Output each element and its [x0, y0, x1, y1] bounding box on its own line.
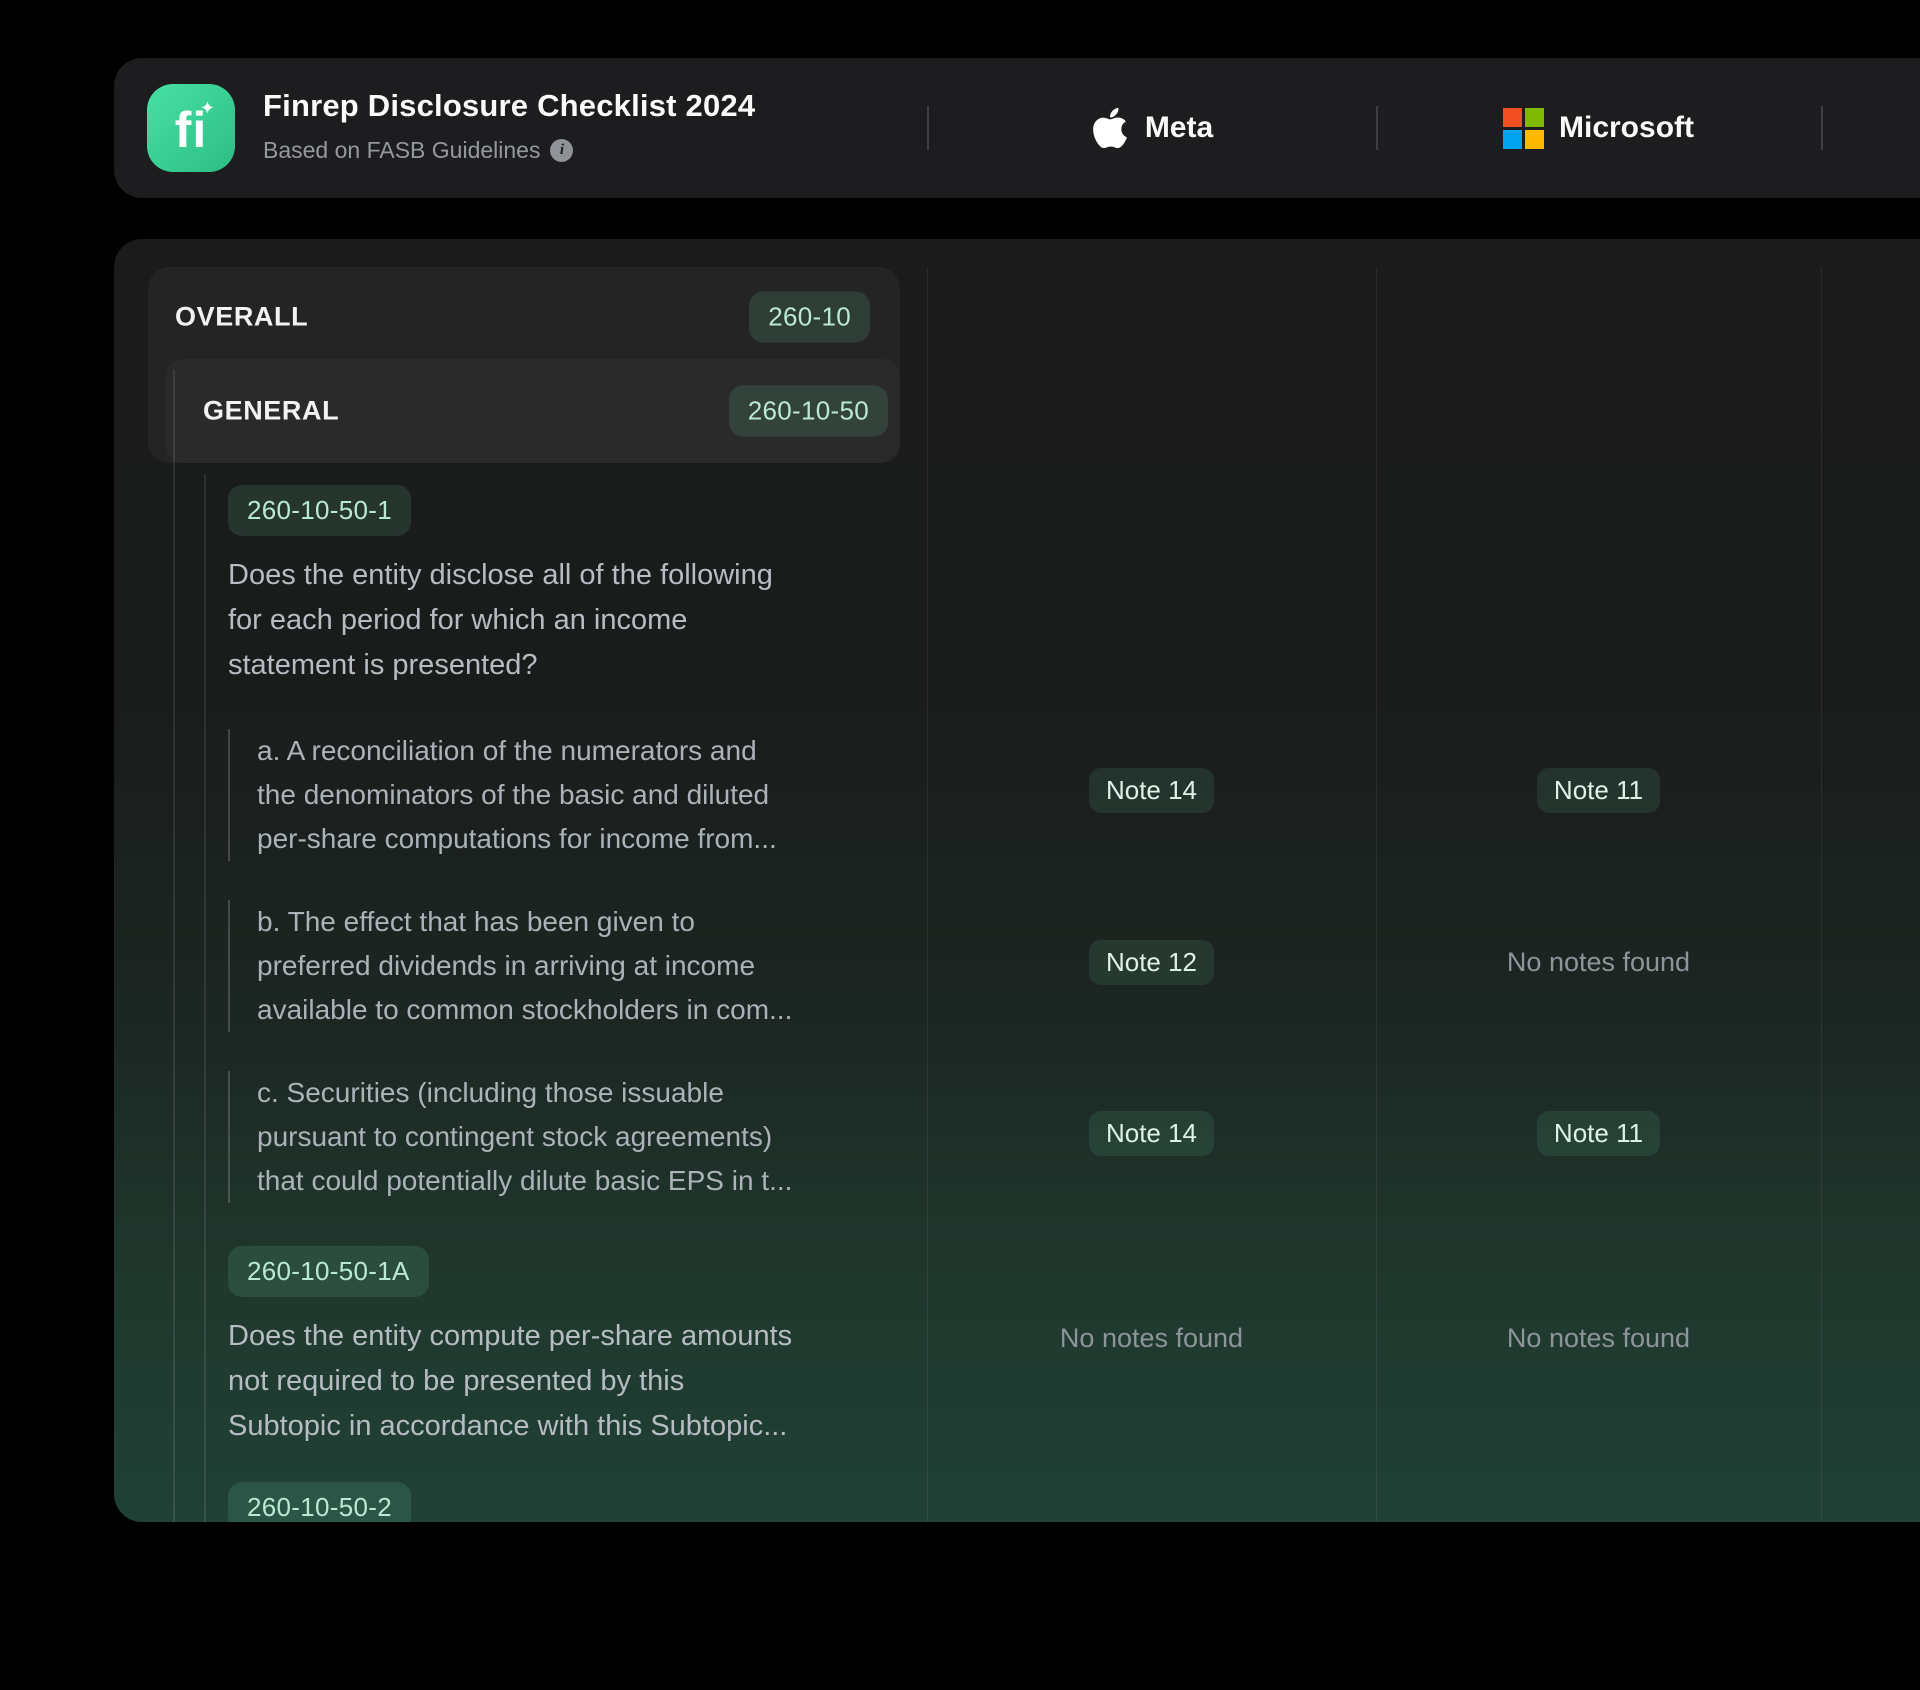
subitem-c-text: c. Securities (including those issuable … — [228, 1071, 848, 1203]
microsoft-icon — [1503, 108, 1544, 149]
company-name-meta: Meta — [1145, 111, 1213, 145]
note-badge[interactable]: Note 11 — [1537, 768, 1660, 813]
note-badge[interactable]: Note 12 — [1089, 940, 1214, 985]
checklist-card: OVERALL 260-10 GENERAL 260-10-50 260-10-… — [114, 239, 1920, 1522]
note-cell-microsoft: Note 11 — [1376, 1110, 1821, 1156]
header-divider — [1821, 106, 1823, 150]
note-cell-meta: Note 14 — [927, 1110, 1376, 1156]
apple-icon — [1090, 105, 1130, 151]
subitem-a-text: a. A reconciliation of the numerators an… — [228, 729, 848, 861]
no-notes-label: No notes found — [1060, 1323, 1243, 1354]
app-logo-icon: fi ✦ — [147, 84, 235, 172]
section-label-general: GENERAL — [203, 396, 339, 427]
note-cell-microsoft: No notes found — [1376, 1315, 1821, 1361]
question-text: Does the entity disclose all of the foll… — [228, 553, 868, 688]
note-cell-meta: No notes found — [927, 1315, 1376, 1361]
column-divider — [1821, 267, 1822, 1522]
page-title: Finrep Disclosure Checklist 2024 — [263, 88, 755, 124]
no-notes-label: No notes found — [1507, 1323, 1690, 1354]
subitem-b-text: b. The effect that has been given to pre… — [228, 900, 848, 1032]
no-notes-label: No notes found — [1507, 947, 1690, 978]
page-subtitle: Based on FASB Guidelines — [263, 137, 540, 164]
section-label-overall: OVERALL — [175, 302, 308, 333]
note-badge[interactable]: Note 14 — [1089, 1111, 1214, 1156]
section-row-general[interactable]: GENERAL 260-10-50 — [166, 359, 900, 463]
note-badge[interactable]: Note 11 — [1537, 1111, 1660, 1156]
company-header-microsoft[interactable]: Microsoft — [1376, 58, 1821, 198]
tree-guide-line — [204, 474, 206, 1522]
sparkle-icon: ✦ — [200, 98, 215, 119]
note-cell-meta: Note 12 — [927, 939, 1376, 985]
section-panel: OVERALL 260-10 GENERAL 260-10-50 — [148, 267, 900, 463]
item-code-badge[interactable]: 260-10-50-1A — [228, 1246, 429, 1297]
tree-guide-line — [173, 369, 175, 1522]
company-name-microsoft: Microsoft — [1559, 111, 1694, 145]
info-icon[interactable]: i — [550, 139, 573, 162]
note-cell-microsoft: No notes found — [1376, 939, 1821, 985]
question-text: Does the entity compute per-share amount… — [228, 1314, 868, 1449]
note-cell-microsoft: Note 11 — [1376, 767, 1821, 813]
section-code-badge[interactable]: 260-10-50 — [729, 386, 888, 437]
section-code-badge[interactable]: 260-10 — [749, 292, 870, 343]
company-header-meta[interactable]: Meta — [927, 58, 1376, 198]
item-code-badge[interactable]: 260-10-50-2 — [228, 1482, 411, 1522]
header-bar: fi ✦ Finrep Disclosure Checklist 2024 Ba… — [114, 58, 1920, 198]
note-cell-meta: Note 14 — [927, 767, 1376, 813]
item-code-badge[interactable]: 260-10-50-1 — [228, 485, 411, 536]
note-badge[interactable]: Note 14 — [1089, 768, 1214, 813]
section-row-overall[interactable]: OVERALL 260-10 — [148, 267, 900, 367]
